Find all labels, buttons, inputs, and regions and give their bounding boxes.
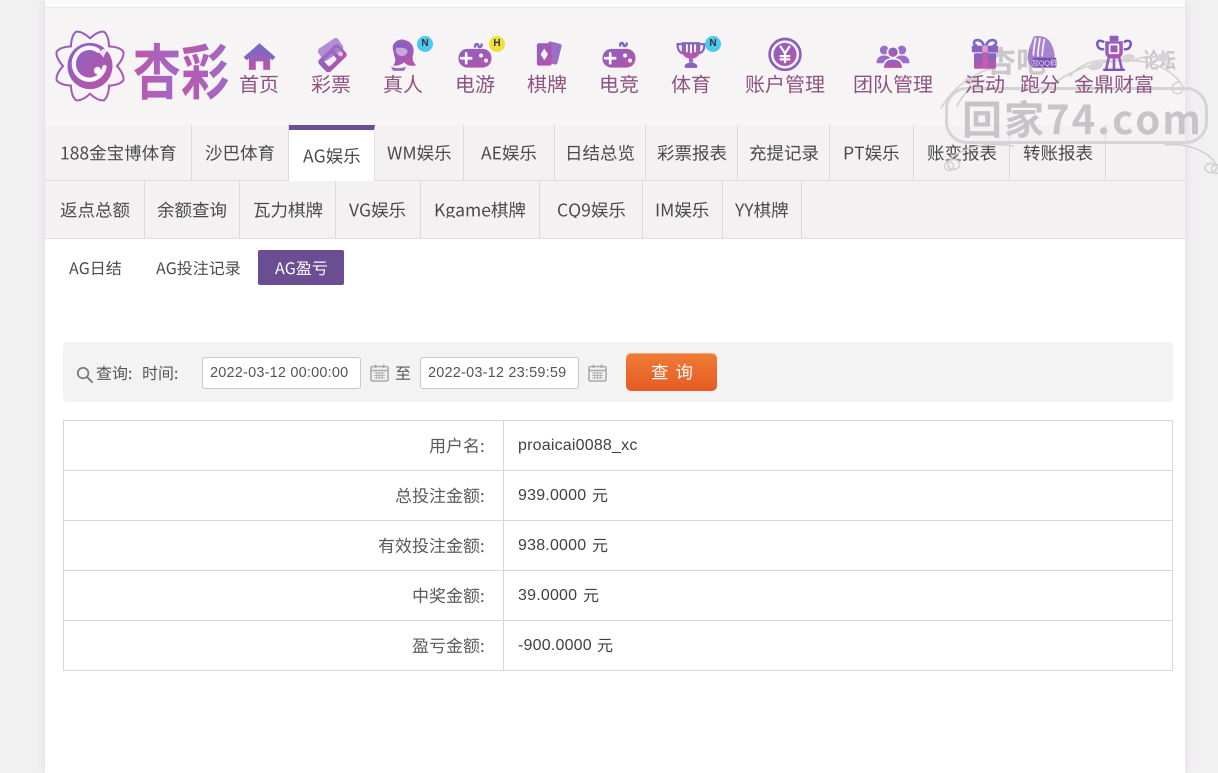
svg-text:加QQ群: 加QQ群 — [1032, 58, 1057, 67]
